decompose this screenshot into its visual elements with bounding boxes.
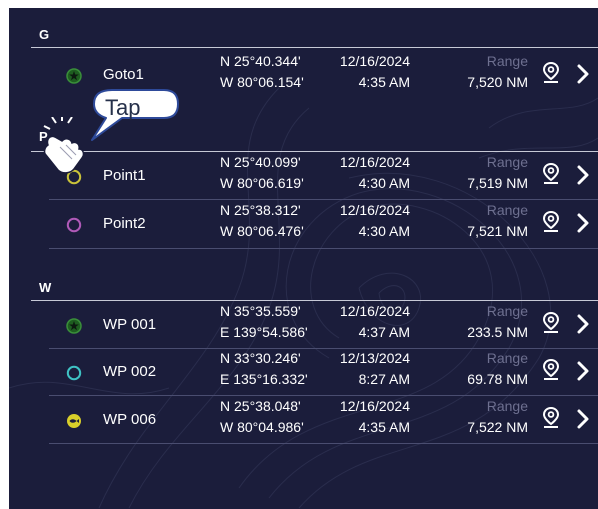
fish-circle-icon (67, 414, 81, 428)
date: 12/16/2024 (339, 53, 410, 69)
latitude: N 35°35.559' (220, 303, 301, 319)
star-circle-icon (66, 318, 82, 334)
longitude: W 80°06.476' (220, 223, 304, 239)
waypoint-name: WP 006 (103, 411, 157, 428)
location-pin-icon[interactable] (542, 359, 560, 381)
waypoint-name: Point1 (103, 167, 146, 184)
section-header-g: G (39, 27, 50, 42)
chevron-right-icon[interactable] (576, 313, 590, 335)
latitude: N 25°38.312' (220, 202, 301, 218)
waypoint-row-wp002[interactable]: WP 002 N 33°30.246' E 135°16.332' 12/13/… (9, 349, 598, 396)
waypoint-name: Point2 (103, 215, 146, 232)
time: 4:35 AM (358, 419, 410, 435)
section-header-w: W (39, 280, 52, 295)
range-label: Range (486, 350, 528, 366)
waypoint-row-wp001[interactable]: WP 001 N 35°35.559' E 139°54.586' 12/16/… (9, 302, 598, 349)
waypoint-name: Goto1 (103, 66, 144, 83)
range-value: 7,522 NM (467, 419, 528, 435)
location-pin-icon[interactable] (542, 407, 560, 429)
range-value: 7,519 NM (467, 175, 528, 191)
latitude: N 33°30.246' (220, 350, 301, 366)
waypoint-name: WP 002 (103, 363, 157, 380)
row-divider (49, 248, 598, 249)
longitude: E 135°16.332' (220, 371, 308, 387)
latitude: N 25°40.344' (220, 53, 301, 69)
range-value: 7,520 NM (467, 74, 528, 90)
range-label: Range (486, 303, 528, 319)
time: 4:30 AM (358, 175, 410, 191)
time: 4:35 AM (358, 74, 410, 90)
tap-callout-text: Tap (105, 95, 141, 120)
longitude: E 139°54.586' (220, 324, 308, 340)
location-pin-icon[interactable] (542, 62, 560, 84)
chevron-right-icon[interactable] (576, 63, 590, 85)
section-divider (31, 300, 598, 301)
circle-icon (66, 365, 82, 381)
waypoint-row-wp006[interactable]: WP 006 N 25°38.048' W 80°04.986' 12/16/2… (9, 397, 598, 444)
range-value: 69.78 NM (467, 371, 528, 387)
time: 4:37 AM (358, 324, 410, 340)
chevron-right-icon[interactable] (576, 212, 590, 234)
time: 4:30 AM (358, 223, 410, 239)
star-circle-icon (66, 68, 82, 84)
location-pin-icon[interactable] (542, 211, 560, 233)
row-divider (49, 395, 598, 396)
chevron-right-icon[interactable] (576, 408, 590, 430)
latitude: N 25°40.099' (220, 154, 301, 170)
waypoint-row-point1[interactable]: Point1 N 25°40.099' W 80°06.619' 12/16/2… (9, 153, 598, 200)
longitude: W 80°06.619' (220, 175, 304, 191)
date: 12/16/2024 (339, 398, 410, 414)
tapping-hand-icon (43, 117, 85, 174)
section-divider (31, 47, 598, 48)
chevron-right-icon[interactable] (576, 360, 590, 382)
circle-icon (66, 217, 82, 233)
date: 12/16/2024 (339, 303, 410, 319)
waypoint-row-point2[interactable]: Point2 N 25°38.312' W 80°06.476' 12/16/2… (9, 201, 598, 248)
range-value: 7,521 NM (467, 223, 528, 239)
chevron-right-icon[interactable] (576, 164, 590, 186)
date: 12/13/2024 (339, 350, 410, 366)
range-label: Range (486, 53, 528, 69)
section-divider (31, 151, 598, 152)
date: 12/16/2024 (339, 202, 410, 218)
range-label: Range (486, 154, 528, 170)
range-label: Range (486, 398, 528, 414)
range-label: Range (486, 202, 528, 218)
location-pin-icon[interactable] (542, 312, 560, 334)
row-divider (49, 199, 598, 200)
location-pin-icon[interactable] (542, 163, 560, 185)
longitude: W 80°06.154' (220, 74, 304, 90)
latitude: N 25°38.048' (220, 398, 301, 414)
date: 12/16/2024 (339, 154, 410, 170)
waypoint-name: WP 001 (103, 316, 157, 333)
longitude: W 80°04.986' (220, 419, 304, 435)
time: 8:27 AM (358, 371, 410, 387)
range-value: 233.5 NM (467, 324, 528, 340)
row-divider (49, 443, 598, 444)
